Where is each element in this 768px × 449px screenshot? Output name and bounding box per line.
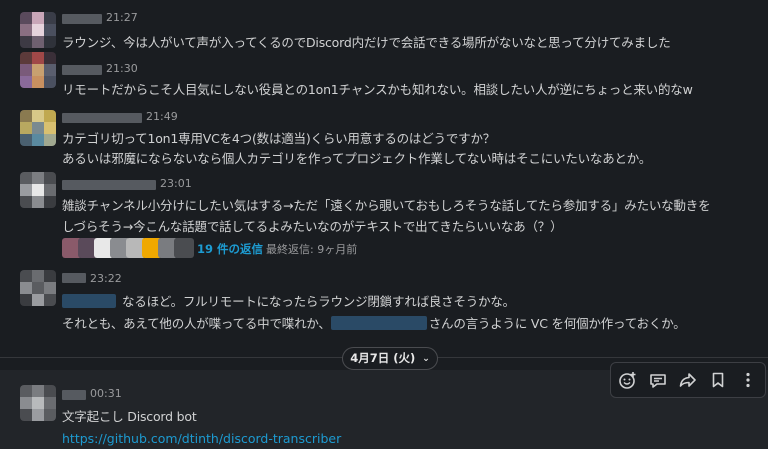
avatar[interactable]: [20, 12, 56, 48]
username[interactable]: [62, 390, 86, 400]
message-text: しづらそう→今こんな話題で話してるよみたいなのがテキストで出てきたらいいなあ（？…: [62, 219, 563, 234]
message-text: あるいは邪魔にならないなら個人カテゴリを作ってプロジェクト作業してない時はそこに…: [62, 151, 652, 166]
message-item[interactable]: 21:27 ラウンジ、今は人がいて声が入ってくるのでDiscord内だけで会話で…: [0, 10, 768, 52]
timestamp[interactable]: 23:22: [90, 272, 122, 285]
message-text: なるほど。フルリモートになったらラウンジ閉鎖すれば良さそうかな。: [62, 291, 515, 310]
reply-in-thread-icon[interactable]: [645, 367, 671, 393]
chevron-down-icon: ⌄: [422, 354, 430, 364]
avatar[interactable]: [20, 52, 56, 88]
timestamp[interactable]: 21:49: [146, 110, 178, 123]
date-divider[interactable]: 4月7日 (火) ⌄: [342, 347, 438, 370]
message-text: リモートだからこそ人目気にしない役員との1on1チャンスかも知れない。相談したい…: [62, 82, 693, 97]
message-text: 雑談チャンネル小分けにしたい気はする→ただ「遠くから覗いておもしろそうな話してた…: [62, 198, 711, 213]
avatar[interactable]: [20, 385, 56, 421]
username[interactable]: [62, 14, 102, 24]
avatar[interactable]: [20, 110, 56, 146]
timestamp[interactable]: 00:31: [90, 387, 122, 400]
add-reaction-icon[interactable]: [615, 367, 641, 393]
bookmark-icon[interactable]: [705, 367, 731, 393]
message-item[interactable]: 21:49 カテゴリ切って1on1専用VCを4つ(数は適当)くらい用意するのはど…: [0, 108, 768, 168]
reply-count-link[interactable]: 19 件の返信: [197, 241, 263, 257]
user-mention[interactable]: [62, 294, 116, 308]
message-text: ラウンジ、今は人がいて声が入ってくるのでDiscord内だけで会話できる場所がな…: [62, 35, 671, 50]
reply-avatar: [174, 238, 194, 258]
message-item[interactable]: 23:22 なるほど。フルリモートになったらラウンジ閉鎖すれば良さそうかな。 そ…: [0, 270, 768, 334]
last-reply-time: 最終返信: 9ヶ月前: [266, 243, 358, 256]
timestamp[interactable]: 23:01: [160, 177, 192, 190]
share-icon[interactable]: [675, 367, 701, 393]
more-actions-icon[interactable]: [735, 367, 761, 393]
username[interactable]: [62, 113, 142, 123]
message-text: 文字起こし Discord bot: [62, 409, 197, 424]
message-text: カテゴリ切って1on1専用VCを4つ(数は適当)くらい用意するのはどうですか？: [62, 131, 496, 146]
username[interactable]: [62, 180, 156, 190]
timestamp[interactable]: 21:30: [106, 62, 138, 75]
message-actions-toolbar: [610, 362, 766, 398]
message-item[interactable]: 21:30 リモートだからこそ人目気にしない役員との1on1チャンスかも知れない…: [0, 52, 768, 102]
username[interactable]: [62, 65, 102, 75]
timestamp[interactable]: 21:27: [106, 11, 138, 24]
message-text: それとも、あえて他の人が喋ってる中で喋れか、 さんの言うように VC を何個か作っ…: [62, 316, 686, 331]
message-link[interactable]: https://github.com/dtinth/discord-transc…: [62, 431, 341, 446]
avatar[interactable]: [20, 172, 56, 208]
user-mention[interactable]: [330, 316, 427, 330]
avatar[interactable]: [20, 270, 56, 306]
username[interactable]: [62, 273, 86, 283]
